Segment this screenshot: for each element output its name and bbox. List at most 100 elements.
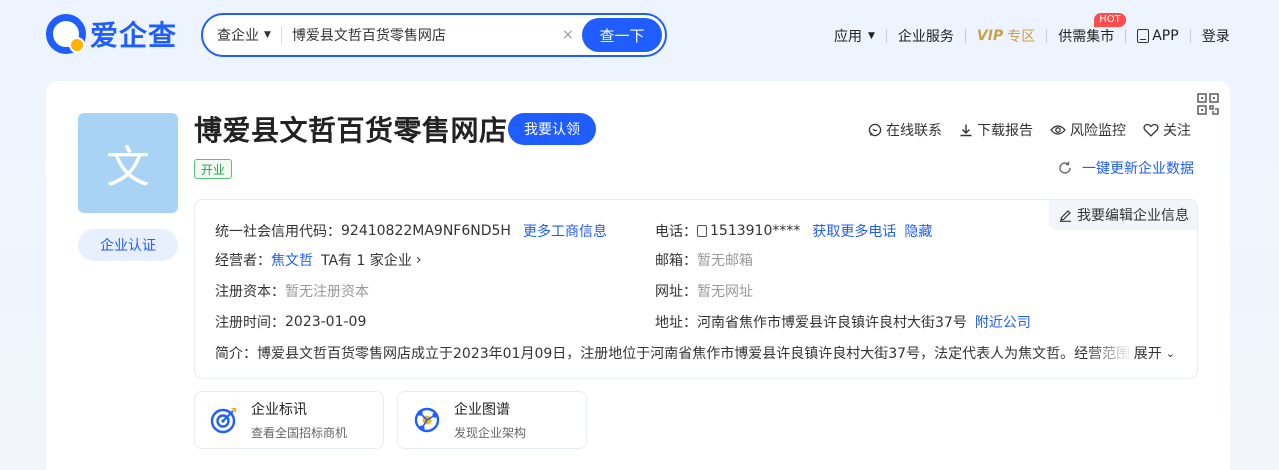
company-brief: 简介： 博爱县文哲百货零售网店成立于2023年01月09日，注册地位于河南省焦作… [215,343,1175,363]
search-input[interactable] [291,27,552,43]
credit-code-row: 统一社会信用代码： 92410822MA9NF6ND5H 更多工商信息 [215,221,607,241]
more-business-info-link[interactable]: 更多工商信息 [523,221,607,241]
reg-date-label: 注册时间： [215,315,285,331]
chat-icon [868,123,882,137]
company-info-panel: 我要编辑企业信息 统一社会信用代码： 92410822MA9NF6ND5H 更多… [194,199,1198,379]
email-label: 邮箱： [655,253,697,269]
operator-label: 经营者： [215,253,271,269]
chevron-down-icon: ▼ [264,30,271,40]
email-row: 邮箱： 暂无邮箱 [655,250,753,270]
graph-icon [414,407,440,433]
operator-link[interactable]: 焦文哲 [271,250,313,270]
company-cert-button[interactable]: 企业认证 [78,229,178,261]
divider [964,29,966,43]
nav-apps-label: 应用 [834,29,862,45]
reg-date-row: 注册时间： 2023-01-09 [215,312,366,332]
logo-icon [46,14,86,54]
chevron-right-icon: › [415,252,422,268]
risk-monitor-label: 风险监控 [1070,123,1126,139]
search-type-label: 查企业 [217,28,259,44]
hot-badge: HOT [1094,13,1126,27]
nav-item-enterprise-service[interactable]: 企业服务 [898,26,954,46]
follow-label: 关注 [1163,123,1191,139]
website-row: 网址： 暂无网址 [655,281,753,301]
phone-icon [697,225,707,237]
download-report-button[interactable]: 下载报告 [959,120,1033,140]
tool-card-bidding[interactable]: 企业标讯 查看全国招标商机 [194,391,384,449]
operator-companies-link[interactable]: TA有 1 家企业 [321,250,412,270]
login-link[interactable]: 登录 [1202,26,1230,46]
search-button[interactable]: 查一下 [582,18,662,52]
divider [1046,29,1048,43]
hide-phone-link[interactable]: 隐藏 [904,221,932,241]
app-label: APP [1152,28,1179,44]
refresh-icon [1059,161,1071,174]
divider [1189,29,1191,43]
follow-button[interactable]: 关注 [1143,120,1191,140]
tool-text: 企业标讯 查看全国招标商机 [251,399,347,441]
phone-app-icon [1137,29,1150,43]
edit-icon [1060,209,1071,222]
operator-row: 经营者： 焦文哲 TA有 1 家企业 › [215,250,421,270]
brief-text: 博爱县文哲百货零售网店成立于2023年01月09日，注册地位于河南省焦作市博爱县… [257,346,1132,362]
refresh-data-button[interactable]: 一键更新企业数据 [1058,158,1194,178]
vip-label: VIP [976,28,1004,44]
claim-button[interactable]: 我要认领 [508,113,596,145]
tool-card-graph[interactable]: 企业图谱 发现企业架构 [397,391,587,449]
phone-label: 电话： [655,224,697,240]
capital-row: 注册资本： 暂无注册资本 [215,281,369,301]
download-icon [960,124,972,137]
top-header: 爱企查 查企业 ▼ × 查一下 应用 ▼ 企业服务 VIP 专区 供需集市 HO… [0,0,1279,72]
logo[interactable]: 爱企查 [46,14,177,54]
top-nav: 应用 ▼ 企业服务 VIP 专区 供需集市 HOT APP 登录 [834,13,1230,48]
website-label: 网址： [655,284,697,300]
nav-item-vip-zone[interactable]: VIP 专区 [977,26,1035,46]
credit-code-value: 92410822MA9NF6ND5H [341,223,511,239]
company-avatar: 文 [78,113,178,213]
edit-company-info-button[interactable]: 我要编辑企业信息 [1049,200,1197,230]
tool-subtitle: 查看全国招标商机 [251,426,348,440]
online-contact-button[interactable]: 在线联系 [868,120,942,140]
action-bar: 在线联系 下载报告 风险监控 关注 [868,120,1191,140]
capital-value: 暂无注册资本 [285,284,369,300]
heart-icon [1143,123,1159,137]
more-phone-link[interactable]: 获取更多电话 [812,221,896,241]
divider [885,29,887,43]
download-report-label: 下载报告 [977,123,1033,139]
divider [1125,29,1127,43]
nav-item-apps[interactable]: 应用 ▼ [834,26,875,46]
nav-item-supply-market[interactable]: 供需集市 HOT [1058,13,1126,46]
address-value: 河南省焦作市博爱县许良镇许良村大街37号 [697,315,967,331]
clear-icon[interactable]: × [560,27,576,43]
expand-brief-button[interactable]: 展开 ⌄ [1134,343,1175,363]
chevron-down-icon: ▼ [868,31,875,41]
tool-title: 企业标讯 [251,402,307,418]
email-value: 暂无邮箱 [697,253,753,269]
search-type-select[interactable]: 查企业 ▼ [203,15,271,55]
eye-icon [1050,125,1066,135]
tool-subtitle: 发现企业架构 [454,426,527,440]
qr-code-icon[interactable] [1196,92,1220,116]
search-box: 查企业 ▼ × 查一下 [201,13,667,57]
phone-value: 1513910**** [710,223,801,239]
nav-item-app[interactable]: APP [1137,28,1179,44]
brief-label: 简介： [215,346,257,362]
edit-company-info-label: 我要编辑企业信息 [1077,208,1189,224]
nearby-companies-link[interactable]: 附近公司 [975,312,1031,332]
website-value: 暂无网址 [697,284,753,300]
online-contact-label: 在线联系 [886,123,942,139]
risk-monitor-button[interactable]: 风险监控 [1050,120,1126,140]
company-card: 文 企业认证 博爱县文哲百货零售网店 我要认领 开业 在线联系 下载报告 风险监… [46,81,1230,470]
company-name: 博爱县文哲百货零售网店 [194,114,508,147]
address-row: 地址： 河南省焦作市博爱县许良镇许良村大街37号 附近公司 [655,312,1031,332]
refresh-data-label: 一键更新企业数据 [1082,161,1194,177]
capital-label: 注册资本： [215,284,285,300]
reg-date-value: 2023-01-09 [285,314,367,330]
chevron-down-icon: ⌄ [1165,346,1175,360]
tool-text: 企业图谱 发现企业架构 [454,399,526,441]
supply-market-label: 供需集市 [1058,29,1115,45]
target-icon [210,408,236,434]
tool-title: 企业图谱 [454,402,510,418]
address-label: 地址： [655,315,697,331]
phone-row: 电话： 1513910**** 获取更多电话 隐藏 [655,221,932,241]
